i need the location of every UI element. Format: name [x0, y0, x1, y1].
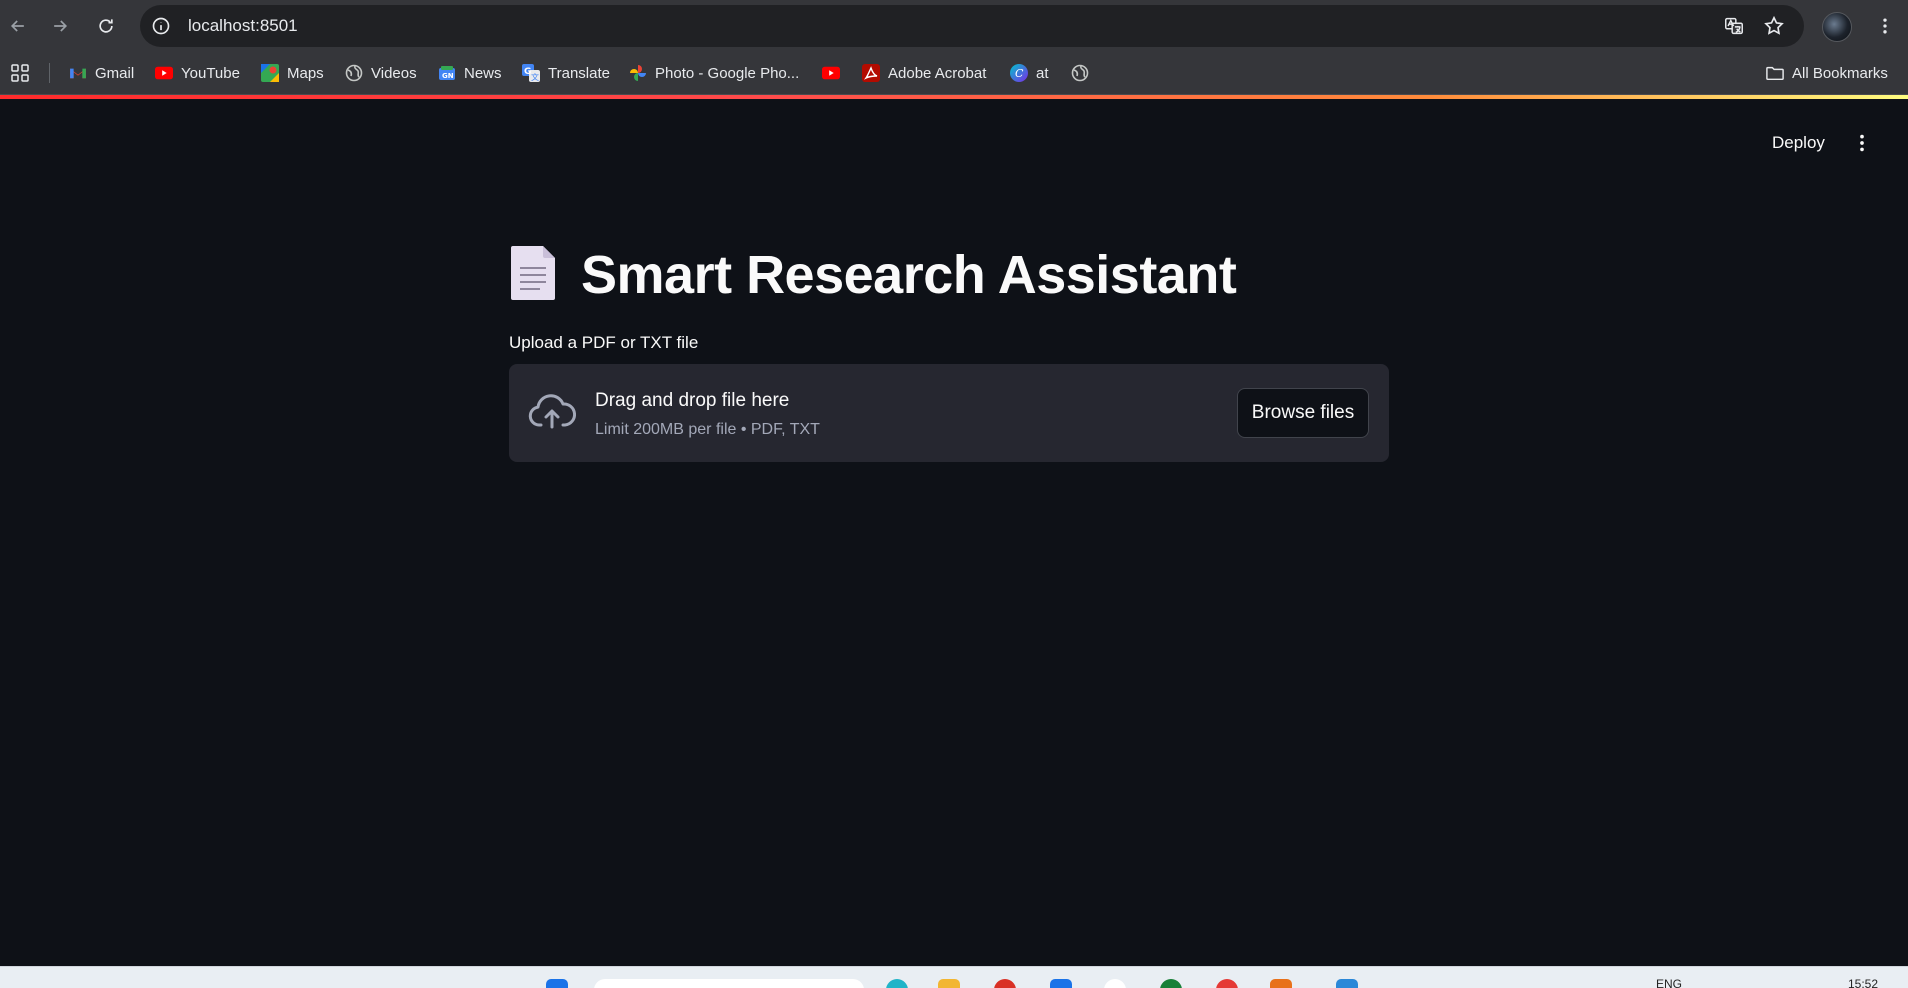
- arrow-right-icon: [54, 20, 68, 32]
- maps-icon: [261, 64, 279, 82]
- clock-time[interactable]: 15:52: [1848, 977, 1878, 988]
- bookmark-globe[interactable]: [1071, 59, 1089, 87]
- reload-button[interactable]: [88, 8, 124, 44]
- page-title-row: Smart Research Assistant: [509, 240, 1237, 310]
- bookmarks-bar: Gmail YouTube Maps Videos GN News G文 Tra…: [0, 52, 1908, 95]
- news-icon: GN: [438, 64, 456, 82]
- bookmark-star-icon[interactable]: [1756, 8, 1792, 44]
- language-indicator[interactable]: ENG: [1656, 977, 1682, 988]
- streamlit-header-decoration: [0, 95, 1908, 99]
- youtube-icon: [822, 64, 840, 82]
- file-dropzone[interactable]: Drag and drop file here Limit 200MB per …: [509, 364, 1389, 462]
- arrow-left-icon: [10, 20, 24, 32]
- bookmark-youtube-2[interactable]: [822, 59, 840, 87]
- os-taskbar: ENG 15:52: [0, 966, 1908, 988]
- main-menu-icon[interactable]: [1848, 125, 1876, 161]
- page-title: Smart Research Assistant: [581, 245, 1237, 305]
- profile-avatar[interactable]: [1822, 12, 1852, 42]
- back-button[interactable]: [0, 8, 36, 44]
- all-bookmarks-button[interactable]: All Bookmarks: [1766, 59, 1888, 87]
- page-document-icon: [509, 244, 557, 307]
- canva-icon: C: [1010, 64, 1028, 82]
- bookmark-gmail[interactable]: Gmail: [69, 59, 134, 87]
- translate-page-icon[interactable]: [1716, 8, 1752, 44]
- photos-icon: [629, 64, 647, 82]
- bookmark-at[interactable]: C at: [1010, 59, 1049, 87]
- youtube-icon: [155, 64, 173, 82]
- bookmark-maps[interactable]: Maps: [261, 59, 324, 87]
- bookmark-translate[interactable]: G文 Translate: [522, 59, 610, 87]
- bookmark-photos[interactable]: Photo - Google Pho...: [629, 59, 799, 87]
- globe-icon: [345, 64, 363, 82]
- apps-grid-icon[interactable]: [10, 59, 30, 87]
- acrobat-icon: [862, 64, 880, 82]
- dropzone-instructions: Drag and drop file here: [595, 390, 790, 411]
- svg-text:文: 文: [531, 72, 539, 82]
- gmail-icon: [69, 64, 87, 82]
- bookmark-videos[interactable]: Videos: [345, 59, 417, 87]
- deploy-button[interactable]: Deploy: [1760, 125, 1837, 161]
- bookmarks-divider: [49, 63, 50, 83]
- browse-files-button[interactable]: Browse files: [1237, 388, 1369, 438]
- svg-text:GN: GN: [442, 72, 454, 80]
- browser-toolbar: localhost:8501: [0, 0, 1908, 52]
- reload-icon: [99, 19, 113, 33]
- folder-icon: [1766, 64, 1784, 82]
- address-bar[interactable]: localhost:8501: [140, 5, 1804, 47]
- translate-icon: G文: [522, 64, 540, 82]
- svg-text:C: C: [1015, 67, 1024, 80]
- bookmark-adobe-acrobat[interactable]: Adobe Acrobat: [862, 59, 986, 87]
- forward-button[interactable]: [42, 8, 78, 44]
- bookmark-news[interactable]: GN News: [438, 59, 502, 87]
- uploader-label: Upload a PDF or TXT file: [509, 333, 699, 352]
- globe-icon: [1071, 64, 1089, 82]
- bookmark-youtube[interactable]: YouTube: [155, 59, 240, 87]
- cloud-upload-icon: [528, 392, 577, 432]
- chrome-menu-icon[interactable]: [1870, 8, 1900, 44]
- site-info-icon[interactable]: [144, 9, 178, 43]
- url-text: localhost:8501: [188, 16, 298, 35]
- dropzone-limit-text: Limit 200MB per file • PDF, TXT: [595, 421, 820, 438]
